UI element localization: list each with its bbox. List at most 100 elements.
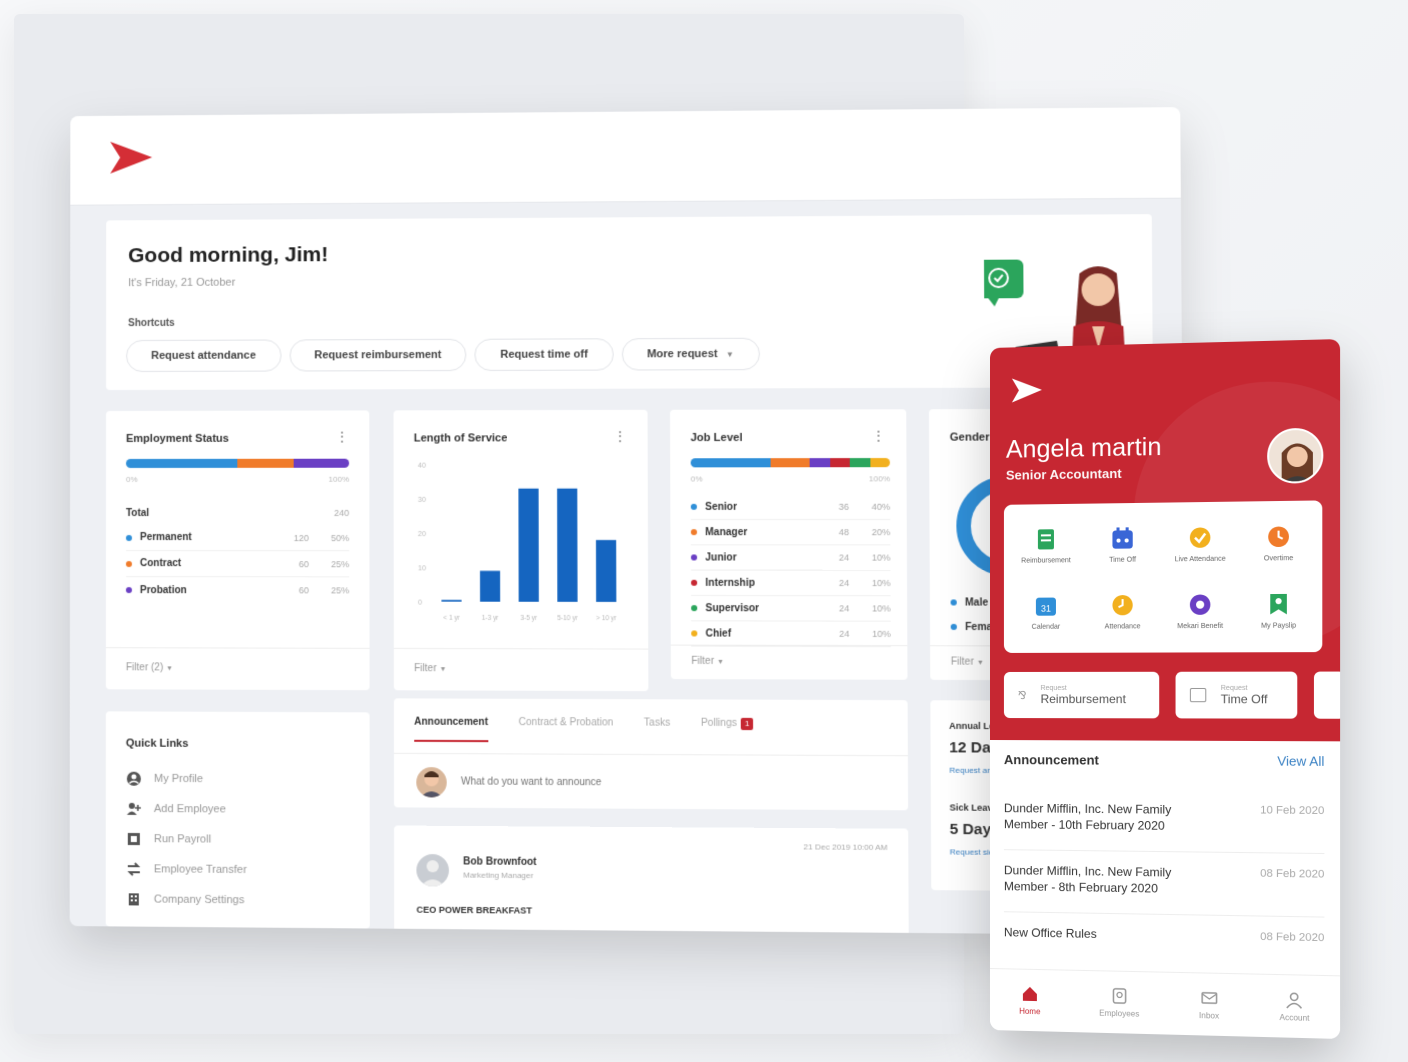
filter-label: Filter: [691, 655, 715, 668]
calendar-off-icon: [1112, 526, 1133, 549]
app-overtime[interactable]: Overtime: [1239, 509, 1318, 577]
legend-count: 120: [293, 532, 309, 543]
filter-label: Filter: [950, 656, 974, 668]
app-mekari-benefit[interactable]: Mekari Benefit: [1161, 577, 1239, 644]
x-tick-label: 1-3 yr: [482, 615, 500, 622]
announcement-item-title: Dunder Mifflin, Inc. New Family Member -…: [1003, 863, 1172, 896]
app-label: My Payslip: [1261, 621, 1297, 630]
legend-label: Probation: [139, 584, 187, 596]
legend-dot: [691, 630, 698, 637]
legend-pct: 10%: [871, 577, 891, 589]
more-request-dropdown[interactable]: More request ▼: [621, 337, 760, 371]
announcement-item[interactable]: Dunder Mifflin, Inc. New Family Member -…: [1003, 788, 1325, 855]
legend-count: 24: [838, 552, 850, 563]
chevron-down-icon: ▼: [725, 349, 734, 359]
quick-link-add-employee[interactable]: Add Employee: [126, 794, 247, 825]
quick-link-run-payroll[interactable]: Run Payroll: [126, 824, 247, 855]
request-time-off-button[interactable]: Request time off: [474, 338, 614, 371]
length-of-service-filter[interactable]: Filter ▼: [393, 647, 649, 692]
divider: [393, 752, 908, 757]
legend-count: 60: [298, 585, 309, 596]
legend-row: Senior 36 40%: [690, 494, 891, 520]
announcement-item-date: 10 Feb 2020: [1260, 804, 1325, 818]
nav-account[interactable]: Account: [1279, 990, 1310, 1023]
legend-pct: 50%: [331, 532, 350, 543]
nav-home[interactable]: Home: [1019, 985, 1040, 1016]
legend-row: Internship 24 10%: [690, 570, 891, 597]
legend-label: Junior: [705, 551, 737, 564]
request-time-off-button[interactable]: Request Time Off: [1175, 671, 1298, 719]
announcement-item[interactable]: Dunder Mifflin, Inc. New Family Member -…: [1003, 850, 1325, 918]
view-all-link[interactable]: View All: [1277, 753, 1324, 769]
payroll-icon: [126, 831, 142, 847]
composer-avatar: [416, 767, 447, 798]
employment-filter[interactable]: Filter (2) ▼: [105, 647, 370, 691]
app-time-off[interactable]: Time Off: [1084, 511, 1161, 578]
tab-announcement[interactable]: Announcement: [414, 716, 489, 743]
nav-inbox[interactable]: Inbox: [1199, 989, 1219, 1021]
post-author-name: Bob Brownfoot: [463, 856, 537, 868]
request-buttons: ⅋ Request Reimbursement Request Time Off: [1003, 671, 1341, 719]
quick-link-label: Company Settings: [153, 893, 245, 907]
legend-pct: 40%: [871, 501, 891, 512]
manager-segment: [770, 458, 811, 468]
x-tick-label: > 10 yr: [596, 615, 617, 622]
brand-logo-icon[interactable]: [108, 137, 154, 177]
y-tick-label: 40: [418, 463, 426, 470]
request-reimbursement-button[interactable]: Request reimbursement: [289, 338, 467, 372]
job-level-filter[interactable]: Filter ▼: [670, 644, 908, 680]
bar[interactable]: [518, 488, 539, 602]
more-vertical-icon[interactable]: ⋮: [871, 428, 886, 445]
request-more-button[interactable]: [1313, 671, 1341, 719]
employment-stacked-bar: [126, 458, 350, 468]
x-tick-label: 5-10 yr: [557, 615, 578, 622]
length-of-service-chart: 40 30 20 10 0 < 1 yr 1-3 yr 3-5 yr 5-10 yr > 10 y…: [418, 463, 617, 623]
bar[interactable]: [595, 540, 617, 602]
mobile-header: Angela martin Senior Accountant Reimburs…: [990, 339, 1341, 742]
probation-segment: [293, 458, 350, 468]
shortcuts-label: Shortcuts: [128, 317, 175, 330]
legend-dot: [950, 599, 957, 606]
quick-link-my-profile[interactable]: My Profile: [126, 764, 247, 795]
app-calendar[interactable]: 31 Calendar: [1008, 578, 1084, 645]
bar[interactable]: [480, 570, 501, 602]
legend-pct: 10%: [872, 628, 891, 640]
quick-links-list: My Profile Add Employee Run Payroll Empl…: [126, 764, 247, 916]
nav-employees[interactable]: Employees: [1099, 986, 1139, 1019]
tab-tasks[interactable]: Tasks: [644, 717, 670, 742]
bar[interactable]: [557, 488, 578, 602]
legend-count: 24: [839, 603, 850, 614]
badge-check-icon: [1189, 526, 1211, 548]
tab-contract-probation[interactable]: Contract & Probation: [519, 717, 614, 743]
request-reimbursement-button[interactable]: ⅋ Request Reimbursement: [1003, 671, 1160, 719]
more-vertical-icon[interactable]: ⋮: [335, 429, 349, 446]
employment-legend: Total 240 Permanent 120 50% Contract 60 …: [125, 501, 350, 604]
chevron-down-icon: ▼: [716, 658, 725, 667]
request-small-label: Request: [1220, 684, 1248, 692]
request-small-label: Request: [1040, 684, 1067, 692]
app-label: Reimbursement: [1021, 556, 1071, 565]
app-attendance[interactable]: Attendance: [1084, 578, 1161, 645]
app-live-attendance[interactable]: Live Attendance: [1161, 510, 1239, 578]
announce-input[interactable]: [460, 769, 871, 796]
quick-link-company-settings[interactable]: Company Settings: [126, 884, 247, 915]
legend-pct: 10%: [872, 603, 891, 614]
request-label: Reimbursement: [1040, 691, 1126, 706]
app-reimbursement[interactable]: Reimbursement: [1008, 512, 1084, 579]
brand-logo-icon[interactable]: [1010, 375, 1044, 406]
transfer-icon: [126, 861, 142, 877]
chief-segment: [869, 458, 890, 468]
app-label: Live Attendance: [1174, 555, 1226, 563]
legend-row-contract: Contract 60 25%: [125, 551, 350, 578]
y-tick-label: 30: [418, 497, 426, 504]
app-my-payslip[interactable]: My Payslip: [1239, 576, 1318, 644]
tab-pollings[interactable]: Pollings 1: [700, 717, 754, 744]
request-attendance-button[interactable]: Request attendance: [126, 339, 282, 373]
tab-label: Pollings: [700, 717, 737, 730]
greeting-date: It's Friday, 21 October: [128, 276, 236, 290]
greeting-title: Good morning, Jim!: [128, 243, 329, 268]
more-vertical-icon[interactable]: ⋮: [613, 428, 627, 445]
legend-row-permanent: Permanent 120 50%: [125, 525, 350, 552]
quick-link-employee-transfer[interactable]: Employee Transfer: [126, 854, 247, 885]
bar[interactable]: [441, 599, 462, 602]
